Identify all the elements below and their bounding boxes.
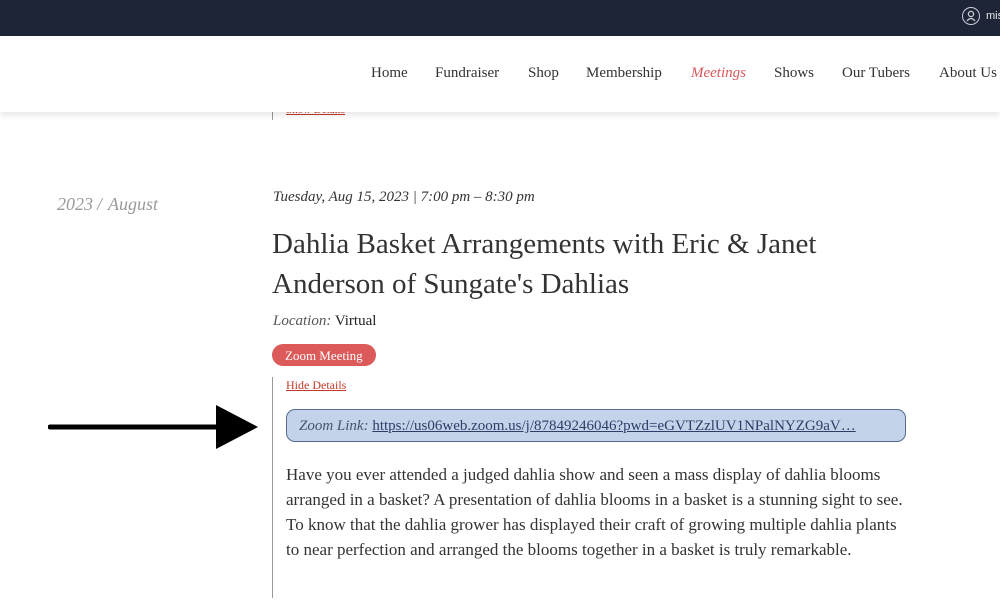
nav-shop[interactable]: Shop bbox=[528, 65, 559, 82]
nav-home[interactable]: Home bbox=[371, 65, 408, 82]
nav-about-us[interactable]: About Us bbox=[939, 65, 997, 82]
main-navigation: Home Fundraiser Shop Membership Meetings… bbox=[0, 36, 1000, 112]
account-menu[interactable]: mis bbox=[962, 7, 1000, 25]
event-description: Have you ever attended a judged dahlia s… bbox=[286, 465, 903, 559]
hide-details-link[interactable]: Hide Details bbox=[286, 378, 346, 393]
top-bar: mis bbox=[0, 0, 1000, 36]
zoom-link-label: Zoom Link: bbox=[299, 418, 369, 434]
nav-meetings[interactable]: Meetings bbox=[691, 65, 746, 82]
location-value: Virtual bbox=[334, 313, 377, 329]
nav-membership[interactable]: Membership bbox=[586, 65, 662, 82]
zoom-link-url[interactable]: https://us06web.zoom.us/j/87849246046?pw… bbox=[372, 418, 855, 434]
zoom-meeting-badge[interactable]: Zoom Meeting bbox=[272, 344, 376, 366]
location-label: Location: bbox=[273, 313, 332, 329]
event-location: Location: Virtual bbox=[273, 313, 376, 330]
zoom-link-box: Zoom Link: https://us06web.zoom.us/j/878… bbox=[286, 409, 906, 442]
details-rule bbox=[272, 377, 273, 598]
date-separator: / bbox=[97, 194, 103, 214]
event-month: August bbox=[108, 194, 159, 214]
event-title[interactable]: Dahlia Basket Arrangements with Eric & J… bbox=[272, 224, 912, 304]
nav-shows[interactable]: Shows bbox=[774, 65, 814, 82]
event-datetime: Tuesday, Aug 15, 2023 | 7:00 pm – 8:30 p… bbox=[273, 189, 535, 205]
nav-our-tubers[interactable]: Our Tubers bbox=[842, 65, 910, 82]
arrow-right-icon bbox=[48, 405, 258, 449]
event-year: 2023 bbox=[57, 194, 93, 214]
account-label[interactable]: mis bbox=[986, 10, 1000, 22]
event-month-heading: 2023/August bbox=[57, 194, 158, 215]
user-circle-icon[interactable] bbox=[962, 7, 980, 25]
nav-fundraiser[interactable]: Fundraiser bbox=[435, 65, 499, 82]
